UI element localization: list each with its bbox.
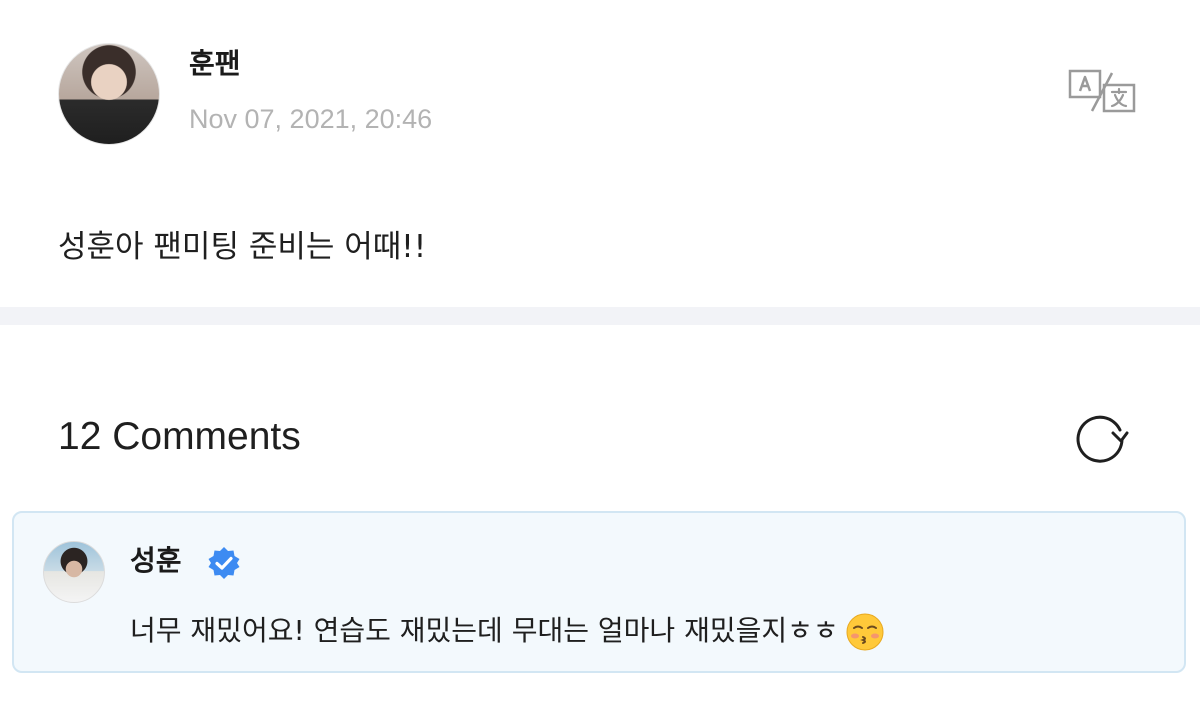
refresh-icon[interactable]	[1072, 410, 1132, 466]
translate-icon[interactable]	[1066, 67, 1138, 115]
commenter-name[interactable]: 성훈	[130, 541, 182, 581]
author-name[interactable]: 훈팬	[189, 44, 241, 84]
comment-text-body: 너무 재밌어요! 연습도 재밌는데 무대는 얼마나 재밌을지ㅎㅎ	[130, 614, 839, 647]
comment-text: 너무 재밌어요! 연습도 재밌는데 무대는 얼마나 재밌을지ㅎㅎ	[130, 609, 885, 653]
author-avatar[interactable]	[58, 43, 160, 145]
commenter-avatar[interactable]	[43, 541, 105, 603]
section-divider	[0, 307, 1200, 325]
comments-count: 12 Comments	[58, 415, 301, 458]
post-timestamp: Nov 07, 2021, 20:46	[189, 104, 433, 134]
post-body: 성훈아 팬미팅 준비는 어때!!	[58, 229, 427, 265]
kissing-face-emoji-icon	[846, 613, 884, 651]
verified-badge-icon	[208, 547, 240, 579]
post: 훈팬 Nov 07, 2021, 20:46 성훈아 팬미팅 준비는 어때!!	[0, 0, 1200, 307]
comment-item: 성훈 너무 재밌어요! 연습도 재밌는데 무대는 얼마나 재밌을지ㅎㅎ	[12, 511, 1186, 673]
